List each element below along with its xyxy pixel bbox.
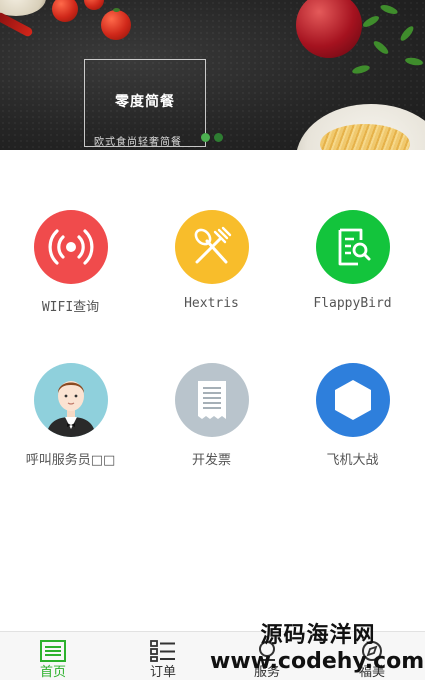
document-search-icon [315, 210, 390, 284]
tab-orders[interactable]: 订单 [110, 632, 216, 680]
carousel-indicator [201, 133, 223, 142]
grid-label: FlappyBird [313, 296, 392, 311]
grid-label: 呼叫服务员□□ [25, 453, 116, 468]
home-list-icon [40, 640, 66, 662]
banner-carousel[interactable]: 零度简餐 欧式食尚轻奢简餐 [0, 0, 425, 150]
receipt-icon [174, 363, 249, 437]
tomato-image [101, 8, 131, 40]
grid-item-call-waiter[interactable]: 呼叫服务员□□ [0, 363, 141, 483]
spoon-fork-icon [174, 210, 249, 284]
waiter-avatar-icon [33, 363, 108, 437]
order-list-icon [150, 640, 175, 662]
tab-label: 首页 [39, 665, 66, 680]
grid-item-invoice[interactable]: 开发票 [141, 363, 282, 483]
banner-title: 零度简餐 [115, 94, 175, 110]
tab-discover[interactable]: 福美 [319, 632, 425, 680]
tab-label: 服务 [253, 665, 280, 680]
discover-icon [362, 641, 382, 661]
grid-item-plane-war[interactable]: 飞机大战 [282, 363, 423, 483]
tab-home[interactable]: 首页 [0, 632, 106, 680]
grid-label: 飞机大战 [326, 453, 379, 468]
carousel-dot-active[interactable] [214, 133, 223, 142]
grid-item-wifi[interactable]: WIFI查询 [0, 210, 141, 330]
tab-service[interactable]: 服务 [214, 632, 320, 680]
bottom-tab-bar: 首页 订单 服务 福美 [0, 631, 425, 680]
tab-label: 福美 [358, 665, 385, 680]
carousel-dot[interactable] [201, 133, 210, 142]
wifi-signal-icon [33, 210, 108, 284]
service-icon [259, 641, 275, 661]
grid-label: Hextris [184, 296, 239, 311]
banner-subtitle: 欧式食尚轻奢简餐 [94, 137, 182, 148]
hexagon-icon [315, 363, 390, 437]
grid-item-flappybird[interactable]: FlappyBird [282, 210, 423, 330]
grid-label: WIFI查询 [41, 300, 100, 315]
grid-label: 开发票 [191, 453, 231, 468]
tab-label: 订单 [149, 665, 176, 680]
grid-item-hextris[interactable]: Hextris [141, 210, 282, 330]
